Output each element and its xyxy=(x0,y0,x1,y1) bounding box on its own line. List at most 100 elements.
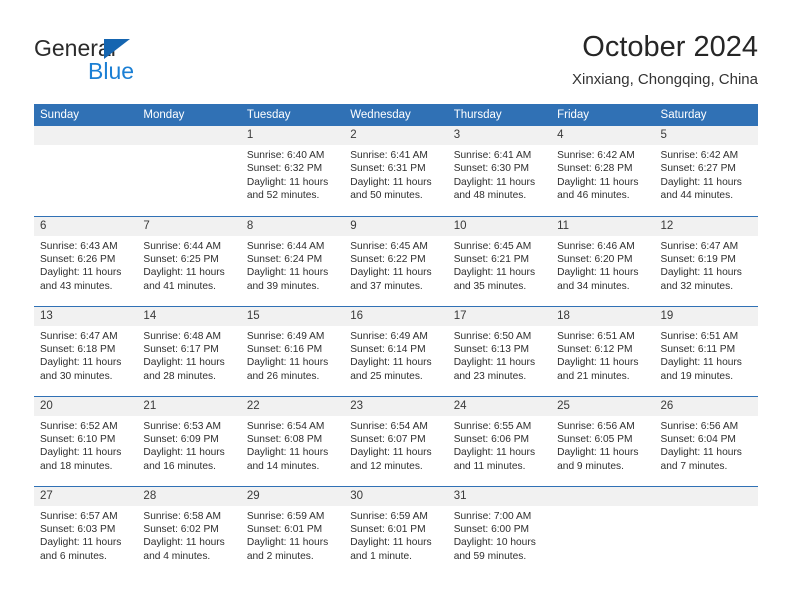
daylight-text: Daylight: 11 hours xyxy=(350,176,432,188)
day-cell[interactable]: 9 Sunrise: 6:45 AM Sunset: 6:22 PM Dayli… xyxy=(344,215,448,306)
day-cell[interactable]: 20 Sunrise: 6:52 AM Sunset: 6:10 PM Dayl… xyxy=(34,395,138,486)
sunrise-text: Sunrise: 6:40 AM xyxy=(246,150,325,161)
sunrise-text: Sunrise: 6:56 AM xyxy=(660,420,739,432)
daylight-text: Daylight: 11 hours xyxy=(246,357,329,369)
day-cell[interactable]: 12 Sunrise: 6:47 AM Sunset: 6:19 PM Dayl… xyxy=(654,215,758,306)
day-number: 18 xyxy=(551,306,655,326)
daylight-text-cont: and 19 minutes. xyxy=(660,370,734,382)
daylight-text-cont: and 59 minutes. xyxy=(453,550,527,562)
sunrise-text: Sunrise: 6:49 AM xyxy=(246,330,325,342)
day-cell[interactable]: 3 Sunrise: 6:41 AM Sunset: 6:30 PM Dayli… xyxy=(447,126,552,216)
day-cell[interactable]: 23 Sunrise: 6:54 AM Sunset: 6:07 PM Dayl… xyxy=(344,395,448,486)
sunrise-text: Sunrise: 6:43 AM xyxy=(40,240,118,252)
day-cell[interactable]: 4 Sunrise: 6:42 AM Sunset: 6:28 PM Dayli… xyxy=(551,126,655,216)
day-cell xyxy=(654,485,758,576)
day-number xyxy=(551,486,655,506)
general-blue-logo[interactable]: General Blue xyxy=(34,35,234,87)
day-info: Sunrise: 6:42 AM Sunset: 6:28 PM Dayligh… xyxy=(551,145,654,203)
day-info xyxy=(137,145,240,149)
sunset-text: Sunset: 6:20 PM xyxy=(557,253,633,265)
day-cell[interactable]: 22 Sunrise: 6:54 AM Sunset: 6:08 PM Dayl… xyxy=(240,395,345,486)
daylight-text: Daylight: 11 hours xyxy=(453,357,536,369)
sunrise-text: Sunrise: 6:45 AM xyxy=(453,240,532,252)
day-number: 27 xyxy=(34,486,138,506)
day-cell[interactable]: 7 Sunrise: 6:44 AM Sunset: 6:25 PM Dayli… xyxy=(137,215,241,306)
day-cell[interactable]: 27 Sunrise: 6:57 AM Sunset: 6:03 PM Dayl… xyxy=(34,485,138,576)
weekday-header-monday: Monday xyxy=(137,104,241,126)
day-cell[interactable]: 14 Sunrise: 6:48 AM Sunset: 6:17 PM Dayl… xyxy=(137,305,241,396)
sunset-text: Sunset: 6:02 PM xyxy=(143,523,219,535)
daylight-text-cont: and 50 minutes. xyxy=(350,190,423,202)
sunset-text: Sunset: 6:22 PM xyxy=(350,253,426,265)
page-title: October 2024 xyxy=(582,31,758,63)
daylight-text: Daylight: 11 hours xyxy=(350,357,432,369)
day-info: Sunrise: 6:56 AM Sunset: 6:04 PM Dayligh… xyxy=(655,416,758,474)
day-number: 8 xyxy=(240,216,345,236)
daylight-text-cont: and 23 minutes. xyxy=(453,370,527,382)
sunrise-text: Sunrise: 6:47 AM xyxy=(40,330,118,342)
day-number: 12 xyxy=(654,216,758,236)
day-info xyxy=(34,145,137,149)
day-cell[interactable]: 6 Sunrise: 6:43 AM Sunset: 6:26 PM Dayli… xyxy=(34,215,138,306)
day-cell[interactable]: 18 Sunrise: 6:51 AM Sunset: 6:12 PM Dayl… xyxy=(551,305,655,396)
day-cell[interactable]: 19 Sunrise: 6:51 AM Sunset: 6:11 PM Dayl… xyxy=(654,305,758,396)
day-cell[interactable]: 1 Sunrise: 6:40 AM Sunset: 6:32 PM Dayli… xyxy=(240,126,345,216)
daylight-text-cont: and 16 minutes. xyxy=(143,460,216,472)
sunrise-text: Sunrise: 6:47 AM xyxy=(660,240,739,252)
daylight-text: Daylight: 11 hours xyxy=(40,447,122,459)
day-cell[interactable]: 16 Sunrise: 6:49 AM Sunset: 6:14 PM Dayl… xyxy=(344,305,448,396)
day-cell[interactable]: 31 Sunrise: 7:00 AM Sunset: 6:00 PM Dayl… xyxy=(447,485,552,576)
day-info: Sunrise: 6:41 AM Sunset: 6:31 PM Dayligh… xyxy=(344,145,447,203)
daylight-text: Daylight: 11 hours xyxy=(143,537,225,549)
day-cell[interactable]: 28 Sunrise: 6:58 AM Sunset: 6:02 PM Dayl… xyxy=(137,485,241,576)
day-info: Sunrise: 6:50 AM Sunset: 6:13 PM Dayligh… xyxy=(448,326,551,384)
daylight-text: Daylight: 11 hours xyxy=(40,537,122,549)
day-cell[interactable]: 26 Sunrise: 6:56 AM Sunset: 6:04 PM Dayl… xyxy=(654,395,758,486)
day-cell[interactable]: 5 Sunrise: 6:42 AM Sunset: 6:27 PM Dayli… xyxy=(654,126,758,216)
day-cell[interactable]: 21 Sunrise: 6:53 AM Sunset: 6:09 PM Dayl… xyxy=(137,395,241,486)
daylight-text-cont: and 4 minutes. xyxy=(143,550,211,562)
logo-triangle-icon xyxy=(104,39,130,59)
day-number: 14 xyxy=(137,306,241,326)
sunset-text: Sunset: 6:32 PM xyxy=(246,163,323,175)
sunset-text: Sunset: 6:21 PM xyxy=(453,253,530,265)
daylight-text: Daylight: 11 hours xyxy=(660,176,742,188)
week-row: 1 Sunrise: 6:40 AM Sunset: 6:32 PM Dayli… xyxy=(34,126,758,216)
day-info: Sunrise: 6:44 AM Sunset: 6:25 PM Dayligh… xyxy=(137,236,240,294)
sunset-text: Sunset: 6:04 PM xyxy=(660,433,736,445)
day-info xyxy=(551,506,654,510)
sunrise-text: Sunrise: 6:44 AM xyxy=(143,240,222,252)
day-info: Sunrise: 6:48 AM Sunset: 6:17 PM Dayligh… xyxy=(137,326,240,384)
day-cell[interactable]: 29 Sunrise: 6:59 AM Sunset: 6:01 PM Dayl… xyxy=(240,485,345,576)
day-cell[interactable]: 2 Sunrise: 6:41 AM Sunset: 6:31 PM Dayli… xyxy=(344,126,448,216)
day-cell[interactable]: 24 Sunrise: 6:55 AM Sunset: 6:06 PM Dayl… xyxy=(447,395,552,486)
sunrise-text: Sunrise: 6:59 AM xyxy=(246,510,325,522)
day-cell[interactable]: 25 Sunrise: 6:56 AM Sunset: 6:05 PM Dayl… xyxy=(551,395,655,486)
sunset-text: Sunset: 6:26 PM xyxy=(40,253,116,265)
daylight-text: Daylight: 11 hours xyxy=(557,267,639,279)
day-cell[interactable]: 8 Sunrise: 6:44 AM Sunset: 6:24 PM Dayli… xyxy=(240,215,345,306)
day-cell[interactable]: 11 Sunrise: 6:46 AM Sunset: 6:20 PM Dayl… xyxy=(551,215,655,306)
day-cell[interactable]: 10 Sunrise: 6:45 AM Sunset: 6:21 PM Dayl… xyxy=(447,215,552,306)
daylight-text: Daylight: 11 hours xyxy=(557,176,639,188)
day-info: Sunrise: 6:55 AM Sunset: 6:06 PM Dayligh… xyxy=(448,416,551,474)
weekday-header-sunday: Sunday xyxy=(34,104,138,126)
day-number: 19 xyxy=(654,306,758,326)
logo-text-blue: Blue xyxy=(88,58,135,84)
sunset-text: Sunset: 6:13 PM xyxy=(453,343,530,355)
day-cell[interactable]: 17 Sunrise: 6:50 AM Sunset: 6:13 PM Dayl… xyxy=(447,305,552,396)
day-number: 21 xyxy=(137,396,241,416)
day-cell[interactable]: 13 Sunrise: 6:47 AM Sunset: 6:18 PM Dayl… xyxy=(34,305,138,396)
daylight-text-cont: and 41 minutes. xyxy=(143,280,216,292)
day-cell[interactable]: 30 Sunrise: 6:59 AM Sunset: 6:01 PM Dayl… xyxy=(344,485,448,576)
day-number: 16 xyxy=(344,306,448,326)
day-cell[interactable]: 15 Sunrise: 6:49 AM Sunset: 6:16 PM Dayl… xyxy=(240,305,345,396)
sunset-text: Sunset: 6:08 PM xyxy=(246,433,323,445)
day-info: Sunrise: 6:49 AM Sunset: 6:14 PM Dayligh… xyxy=(344,326,447,384)
sunset-text: Sunset: 6:25 PM xyxy=(143,253,219,265)
sunset-text: Sunset: 6:03 PM xyxy=(40,523,116,535)
daylight-text: Daylight: 11 hours xyxy=(246,447,329,459)
sunset-text: Sunset: 6:11 PM xyxy=(660,343,736,355)
day-info xyxy=(655,506,758,510)
daylight-text-cont: and 48 minutes. xyxy=(453,190,527,202)
